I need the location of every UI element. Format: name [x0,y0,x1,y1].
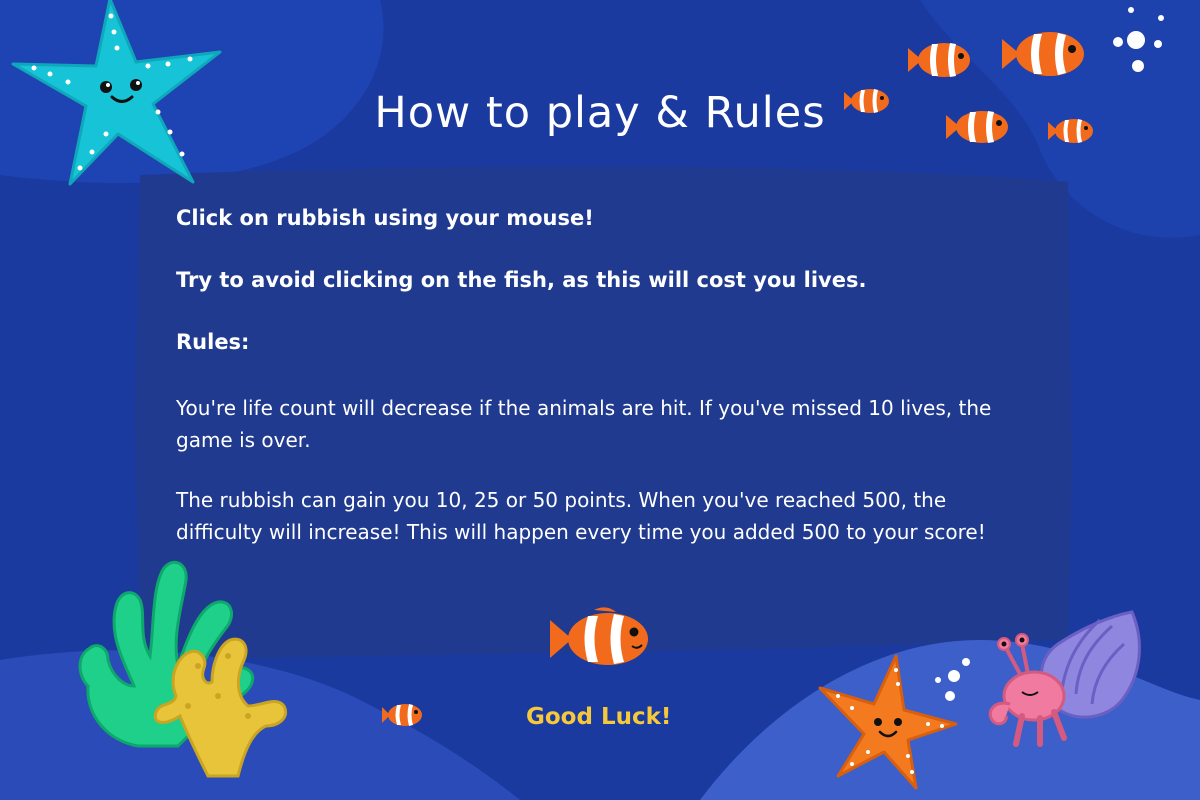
good-luck-text: Good Luck! [526,704,672,730]
clownfish-icon [908,43,970,77]
instruction-avoid-fish: Try to avoid clicking on the fish, as th… [176,268,867,292]
clownfish-icon [1002,32,1084,76]
rule-points: The rubbish can gain you 10, 25 or 50 po… [176,488,986,544]
rules-heading: Rules: [176,330,250,354]
rules-screen: How to play & Rules Click on rubbish usi… [0,0,1200,800]
instruction-click-rubbish: Click on rubbish using your mouse! [176,206,594,230]
bubbles-icon [1113,7,1164,72]
hermit-crab-icon [988,610,1141,747]
coral-icon [78,560,287,778]
clownfish-icon [550,607,648,665]
bubbles-icon [935,658,970,701]
page-title: How to play & Rules [374,88,826,138]
rule-lives: You're life count will decrease if the a… [176,396,992,452]
clownfish-icon [382,704,422,726]
